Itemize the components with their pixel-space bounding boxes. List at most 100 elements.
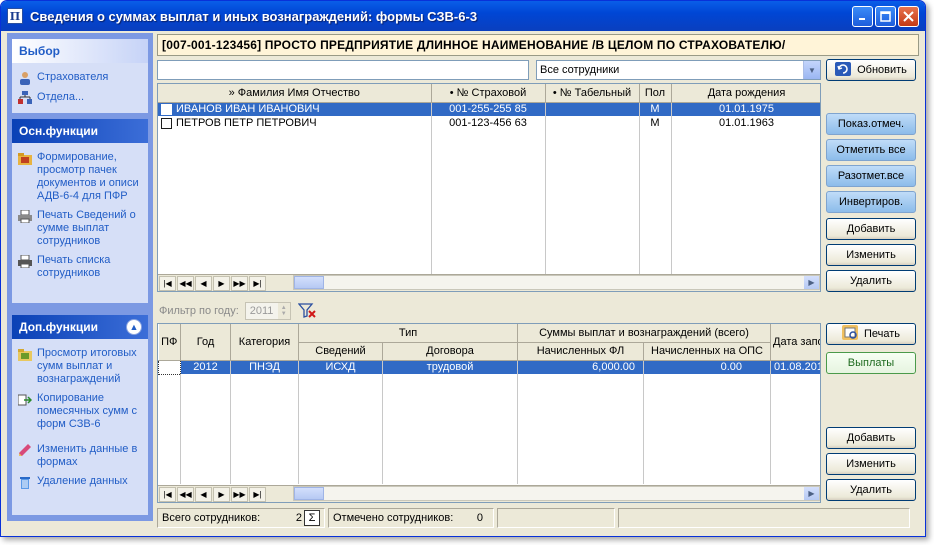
- first-record-icon[interactable]: |◀: [159, 486, 176, 502]
- delete-employee-button[interactable]: Удалить: [826, 270, 916, 292]
- column-header-info-type[interactable]: Сведений: [298, 342, 383, 361]
- sidebar-item-view-totals[interactable]: Просмотр итоговых сумм выплат и вознагра…: [17, 347, 144, 386]
- sidebar-item-edit-data[interactable]: Изменить данные в формах: [17, 443, 144, 469]
- extra-functions-title[interactable]: Доп.функции ▲: [12, 315, 148, 339]
- edit-icon: [17, 443, 33, 457]
- sidebar-item-print-info[interactable]: Печать Сведений о сумме выплат сотрудник…: [17, 209, 144, 248]
- refresh-button[interactable]: Обновить: [826, 59, 916, 81]
- row-checkbox[interactable]: [161, 103, 172, 115]
- year-filter: Фильтр по году: 2011 ▲ ▼: [159, 302, 317, 320]
- next-page-icon[interactable]: ▶▶: [231, 275, 248, 291]
- column-header-sums[interactable]: Суммы выплат и вознаграждений (всего): [517, 324, 771, 343]
- last-record-icon[interactable]: ▶|: [249, 275, 266, 291]
- column-header-type[interactable]: Тип: [298, 324, 518, 343]
- refresh-label: Обновить: [857, 64, 907, 76]
- last-record-icon[interactable]: ▶|: [249, 486, 266, 502]
- prev-page-icon[interactable]: ◀◀: [177, 275, 194, 291]
- show-marked-button[interactable]: Показ.отмеч.: [826, 113, 916, 135]
- sidebar-item-label: Отдела...: [37, 91, 85, 103]
- client-area: Выбор Страхователя Отдела... Осн.функции…: [5, 31, 921, 533]
- next-page-icon[interactable]: ▶▶: [231, 486, 248, 502]
- folder-icon: [17, 347, 33, 361]
- table-row[interactable]: 2012 ПНЭД ИСХД трудовой 6,000.00 0.00 01…: [158, 359, 820, 375]
- next-record-icon[interactable]: ▶: [213, 486, 230, 502]
- column-header-accrued-fl[interactable]: Начисленных ФЛ: [517, 342, 644, 361]
- column-header-name[interactable]: » Фамилия Имя Отчество: [158, 84, 432, 103]
- marked-employees-cell: Отмечено сотрудников: 0: [328, 508, 494, 528]
- sidebar-item-print-list[interactable]: Печать списка сотрудников: [17, 254, 144, 280]
- sex-cell: М: [639, 116, 672, 130]
- add-form-button[interactable]: Добавить: [826, 427, 916, 449]
- window-title: Сведения о суммах выплат и иных вознагра…: [30, 8, 478, 24]
- column-header-contract[interactable]: Договора: [382, 342, 518, 361]
- sidebar-item-label: Просмотр итоговых сумм выплат и вознагра…: [37, 347, 137, 385]
- pf-cell: [158, 359, 181, 375]
- accrued-fl-cell: 6,000.00: [517, 360, 644, 374]
- column-header-fill-date[interactable]: Дата заполнения: [770, 324, 820, 361]
- sidebar-item-label: Страхователя: [37, 71, 109, 83]
- info-type-cell: ИСХД: [298, 360, 383, 374]
- payments-button[interactable]: Выплаты: [826, 352, 916, 374]
- maximize-button[interactable]: [875, 6, 896, 27]
- add-employee-button[interactable]: Добавить: [826, 218, 916, 240]
- table-row[interactable]: ИВАНОВ ИВАН ИВАНОВИЧ 001-255-255 85 М 01…: [158, 102, 820, 116]
- maximize-icon: [880, 11, 891, 22]
- column-header-sex[interactable]: Пол: [639, 84, 672, 103]
- scroll-thumb[interactable]: [294, 276, 324, 289]
- next-record-icon[interactable]: ▶: [213, 275, 230, 291]
- column-header-tab-number[interactable]: • № Табельный: [545, 84, 640, 103]
- filter-icon[interactable]: [297, 302, 317, 320]
- unmark-all-button[interactable]: Разотмет.все: [826, 165, 916, 187]
- delete-form-button[interactable]: Удалить: [826, 479, 916, 501]
- birth-date-cell: 01.01.1963: [671, 116, 820, 130]
- prev-record-icon[interactable]: ◀: [195, 275, 212, 291]
- status-panel-empty: [497, 508, 615, 528]
- first-record-icon[interactable]: |◀: [159, 275, 176, 291]
- sidebar-item-delete-data[interactable]: Удаление данных: [17, 475, 144, 489]
- invert-button[interactable]: Инвертиров.: [826, 191, 916, 213]
- column-header-year[interactable]: Год: [180, 324, 231, 361]
- scroll-thumb[interactable]: [294, 487, 324, 500]
- employee-filter-select[interactable]: Все сотрудники ▼: [536, 60, 821, 80]
- prev-page-icon[interactable]: ◀◀: [177, 486, 194, 502]
- row-checkbox[interactable]: [161, 117, 172, 129]
- trash-icon: [17, 475, 33, 489]
- print-button[interactable]: Печать: [826, 323, 916, 345]
- scroll-right-icon[interactable]: ▶: [804, 487, 819, 500]
- print-icon: [841, 325, 858, 343]
- year-input[interactable]: 2011 ▲ ▼: [244, 302, 291, 320]
- search-input[interactable]: [157, 60, 529, 80]
- sidebar-item-label: Копирование помесячных сумм с форм СЗВ-6: [37, 392, 138, 430]
- forms-navigator: |◀ ◀◀ ◀ ▶ ▶▶ ▶| ▶: [158, 485, 820, 502]
- department-icon: [17, 91, 33, 105]
- collapse-icon[interactable]: ▲: [126, 319, 142, 335]
- column-header-snils[interactable]: • № Страховой: [431, 84, 546, 103]
- printer-icon: [17, 209, 33, 223]
- sidebar-item-department[interactable]: Отдела...: [17, 91, 144, 105]
- total-employees-value: 2: [295, 512, 302, 524]
- select-panel: Выбор Страхователя Отдела...: [12, 39, 148, 113]
- organization-header: [007-001-123456] ПРОСТО ПРЕДПРИЯТИЕ ДЛИН…: [157, 34, 919, 56]
- scroll-right-icon[interactable]: ▶: [804, 276, 819, 289]
- title-bar[interactable]: П Сведения о суммах выплат и иных вознаг…: [1, 1, 925, 31]
- sidebar-item-form-packs[interactable]: Формирование, просмотр пачек документов …: [17, 151, 144, 203]
- table-row[interactable]: ПЕТРОВ ПЕТР ПЕТРОВИЧ 001-123-456 63 М 01…: [158, 116, 820, 130]
- close-button[interactable]: [898, 6, 919, 27]
- chevron-down-icon[interactable]: ▼: [803, 61, 820, 79]
- horizontal-scrollbar[interactable]: ▶: [293, 275, 820, 290]
- column-header-accrued-ops[interactable]: Начисленных на ОПС: [643, 342, 771, 361]
- sigma-icon[interactable]: Σ: [304, 510, 320, 526]
- minimize-icon: [859, 18, 865, 20]
- edit-form-button[interactable]: Изменить: [826, 453, 916, 475]
- column-header-pf[interactable]: ПФ: [158, 324, 181, 361]
- edit-employee-button[interactable]: Изменить: [826, 244, 916, 266]
- sidebar-item-copy-sums[interactable]: Копирование помесячных сумм с форм СЗВ-6: [17, 392, 144, 431]
- column-header-birth-date[interactable]: Дата рождения: [671, 84, 820, 103]
- sidebar-item-insurer[interactable]: Страхователя: [17, 71, 144, 85]
- minimize-button[interactable]: [852, 6, 873, 27]
- prev-record-icon[interactable]: ◀: [195, 486, 212, 502]
- mark-all-button[interactable]: Отметить все: [826, 139, 916, 161]
- year-spinner[interactable]: ▲ ▼: [277, 303, 290, 319]
- horizontal-scrollbar[interactable]: ▶: [293, 486, 820, 501]
- column-header-category[interactable]: Категория: [230, 324, 299, 361]
